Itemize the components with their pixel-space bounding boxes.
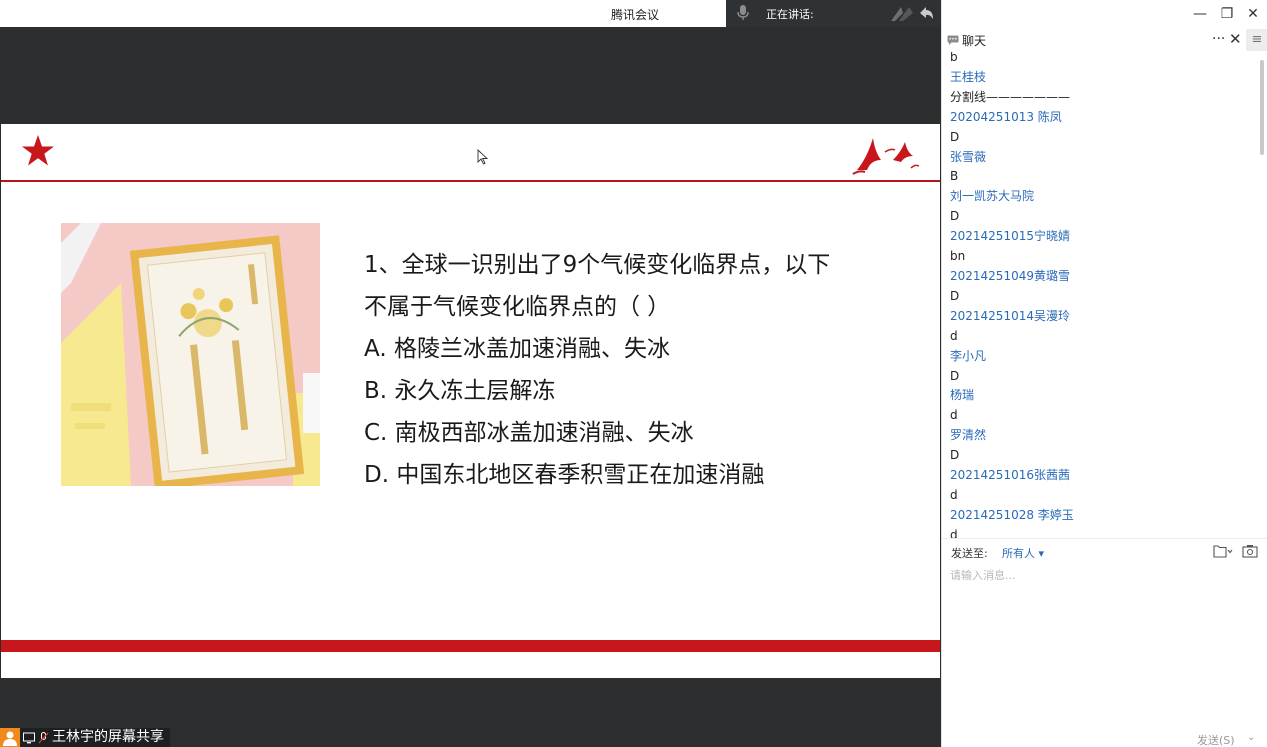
shared-screen: 1、全球一识别出了9个气候变化临界点，以下 不属于气候变化临界点的（ ） A. … [0, 27, 941, 747]
message-sender[interactable]: 20214251049黄璐雪 [950, 267, 1250, 287]
restore-button[interactable]: ❐ [1217, 4, 1237, 24]
speaking-label: 正在讲话: [766, 8, 814, 21]
chat-scrollbar[interactable] [1260, 60, 1264, 155]
user-icon [0, 728, 20, 747]
message-input[interactable] [950, 567, 1258, 707]
star-icon [22, 135, 54, 166]
message-text: b [950, 52, 958, 64]
message-sender[interactable]: 李小凡 [950, 347, 1250, 367]
speaking-indicator: 正在讲话: [726, 0, 941, 27]
message-items: b 王桂枝 分割线——————— 20204251013 陈凤 D 张雪薇 B 刘一凯苏大马院… [950, 52, 1250, 538]
chat-icon [947, 35, 959, 45]
collapse-icon[interactable] [891, 5, 913, 21]
mic-muted-icon [38, 731, 49, 743]
answer-option-a: A. 格陵兰冰盖加速消融、失冰 [364, 336, 670, 362]
question-line: 不属于气候变化临界点的（ ） [364, 294, 671, 320]
chat-title: 聊天 [962, 34, 987, 48]
app-title: 腾讯会议 [610, 8, 659, 22]
screen-share-icon [23, 732, 35, 743]
message-text: d [950, 328, 958, 343]
message-sender[interactable]: 20214251028 李婷玉 [950, 506, 1250, 526]
message-text: d [950, 408, 958, 423]
message-sender[interactable]: 20214251014吴漫玲 [950, 307, 1250, 327]
send-button[interactable]: 发送(S) [1197, 732, 1235, 747]
bookmark-product-photo [61, 223, 320, 486]
presentation-slide: 1、全球一识别出了9个气候变化临界点，以下 不属于气候变化临界点的（ ） A. … [1, 124, 940, 678]
send-options-chevron-icon[interactable]: ⌄ [1247, 732, 1255, 743]
question-line: 1、全球一识别出了9个气候变化临界点，以下 [364, 252, 831, 278]
chat-header: 聊天 ··· ✕ ≡ [942, 28, 1267, 52]
minimize-button[interactable]: — [1190, 4, 1210, 24]
message-sender[interactable]: 罗清然 [950, 426, 1250, 446]
chat-message-list[interactable]: b 王桂枝 分割线——————— 20204251013 陈凤 D 张雪薇 B 刘一凯苏大马院… [942, 52, 1258, 538]
more-options-button[interactable]: ··· [1212, 31, 1225, 47]
message-text: D [950, 129, 960, 144]
message-text: d [950, 487, 958, 502]
screen-share-label: 王林宇的屏幕共享 [52, 729, 164, 745]
answer-option-d: D. 中国东北地区春季积雪正在加速消融 [364, 462, 765, 488]
message-sender[interactable]: 20204251013 陈凤 [950, 108, 1250, 128]
quiz-question: 1、全球一识别出了9个气候变化临界点，以下 不属于气候变化临界点的（ ） A. … [364, 244, 884, 496]
screen-share-tag[interactable]: 王林宇的屏幕共享 [0, 728, 170, 747]
message-text: D [950, 368, 960, 383]
slide-footer-bar [1, 640, 940, 652]
message-text: B [950, 169, 959, 184]
chat-composer: 发送至: 所有人 ▾ 发送(S) ⌄ [942, 538, 1267, 747]
message-text: D [950, 288, 960, 303]
meeting-window: 腾讯会议 正在讲话: 1、全球一识别出了9个气候变化临界点，以下 不属于气候变化… [0, 0, 1267, 747]
message-sender[interactable]: 刘一凯苏大马院 [950, 187, 1250, 207]
message-text: bn [950, 249, 966, 264]
send-to-label: 发送至: [951, 547, 988, 560]
close-chat-button[interactable]: ✕ [1229, 30, 1242, 48]
message-sender[interactable]: 王桂枝 [950, 68, 1250, 88]
screenshot-icon[interactable] [1242, 544, 1258, 558]
message-sender[interactable]: 张雪薇 [950, 148, 1250, 168]
message-sender[interactable]: 杨瑞 [950, 386, 1250, 406]
mouse-cursor-icon [477, 149, 489, 165]
message-sender[interactable]: 20214251016张茜茜 [950, 466, 1250, 486]
chat-menu-button[interactable]: ≡ [1246, 29, 1267, 51]
birds-icon [852, 138, 920, 175]
recipient-select[interactable]: 所有人 ▾ [1002, 545, 1044, 561]
message-text: D [950, 209, 960, 224]
answer-option-c: C. 南极西部冰盖加速消融、失冰 [364, 420, 694, 446]
answer-option-b: B. 永久冻土层解冻 [364, 378, 556, 404]
message-sender[interactable]: 20214251015宁晓婧 [950, 227, 1250, 247]
window-controls: — ❐ ✕ [942, 0, 1267, 28]
file-icon[interactable] [1213, 544, 1233, 558]
message-text: D [950, 448, 960, 463]
message-text: d [950, 527, 958, 538]
return-icon[interactable] [918, 5, 934, 21]
slide-header-divider [1, 180, 940, 182]
close-window-button[interactable]: ✕ [1243, 4, 1263, 24]
chat-panel: — ❐ ✕ 聊天 ··· ✕ ≡ b 王桂枝 分割线——————— 202042510… [941, 0, 1267, 747]
mic-icon [737, 5, 749, 20]
message-text: 分割线——————— [950, 89, 1071, 104]
